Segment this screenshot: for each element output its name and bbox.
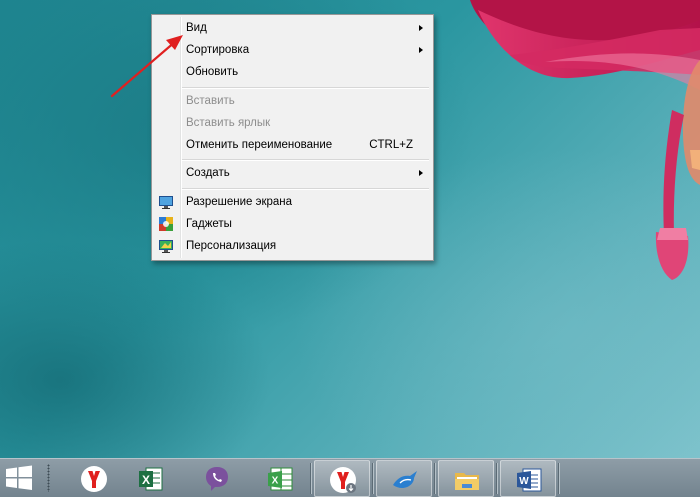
swallow-bird-icon (393, 471, 417, 488)
taskbar-separator (558, 463, 560, 494)
taskbar-separator (310, 463, 312, 494)
svg-text:W: W (519, 476, 529, 487)
yandex-browser-icon (81, 466, 107, 492)
svg-text:X: X (272, 476, 279, 487)
taskbar-app-word[interactable]: W (500, 460, 556, 497)
yandex-browser-download-icon (330, 467, 356, 493)
word-icon: W (517, 468, 542, 492)
folder-icon (455, 473, 479, 490)
viber-icon (206, 467, 228, 491)
taskbar: X X W (0, 458, 700, 497)
taskbar-grip[interactable] (47, 464, 50, 492)
start-button[interactable] (0, 459, 40, 497)
red-pointer-arrow-icon (110, 35, 183, 98)
windows-logo-icon (6, 465, 32, 490)
taskbar-app-file-explorer[interactable] (438, 460, 494, 497)
taskbar-app-yandex-browser-download[interactable] (314, 460, 370, 497)
taskbar-separator (372, 463, 374, 494)
desktop-background[interactable]: Вид Сортировка Обновить Вставить Вставит… (0, 0, 700, 458)
excel-icon: X (139, 467, 163, 491)
excel-old-icon: X (268, 467, 293, 491)
taskbar-separator (434, 463, 436, 494)
taskbar-app-bird[interactable] (376, 460, 432, 497)
taskbar-app-viber[interactable] (189, 460, 245, 497)
taskbar-app-excel[interactable]: X (123, 460, 179, 497)
taskbar-separator (496, 463, 498, 494)
taskbar-app-excel-old[interactable]: X (252, 460, 308, 497)
taskbar-app-yandex-browser[interactable] (66, 460, 122, 497)
svg-text:X: X (142, 473, 150, 487)
